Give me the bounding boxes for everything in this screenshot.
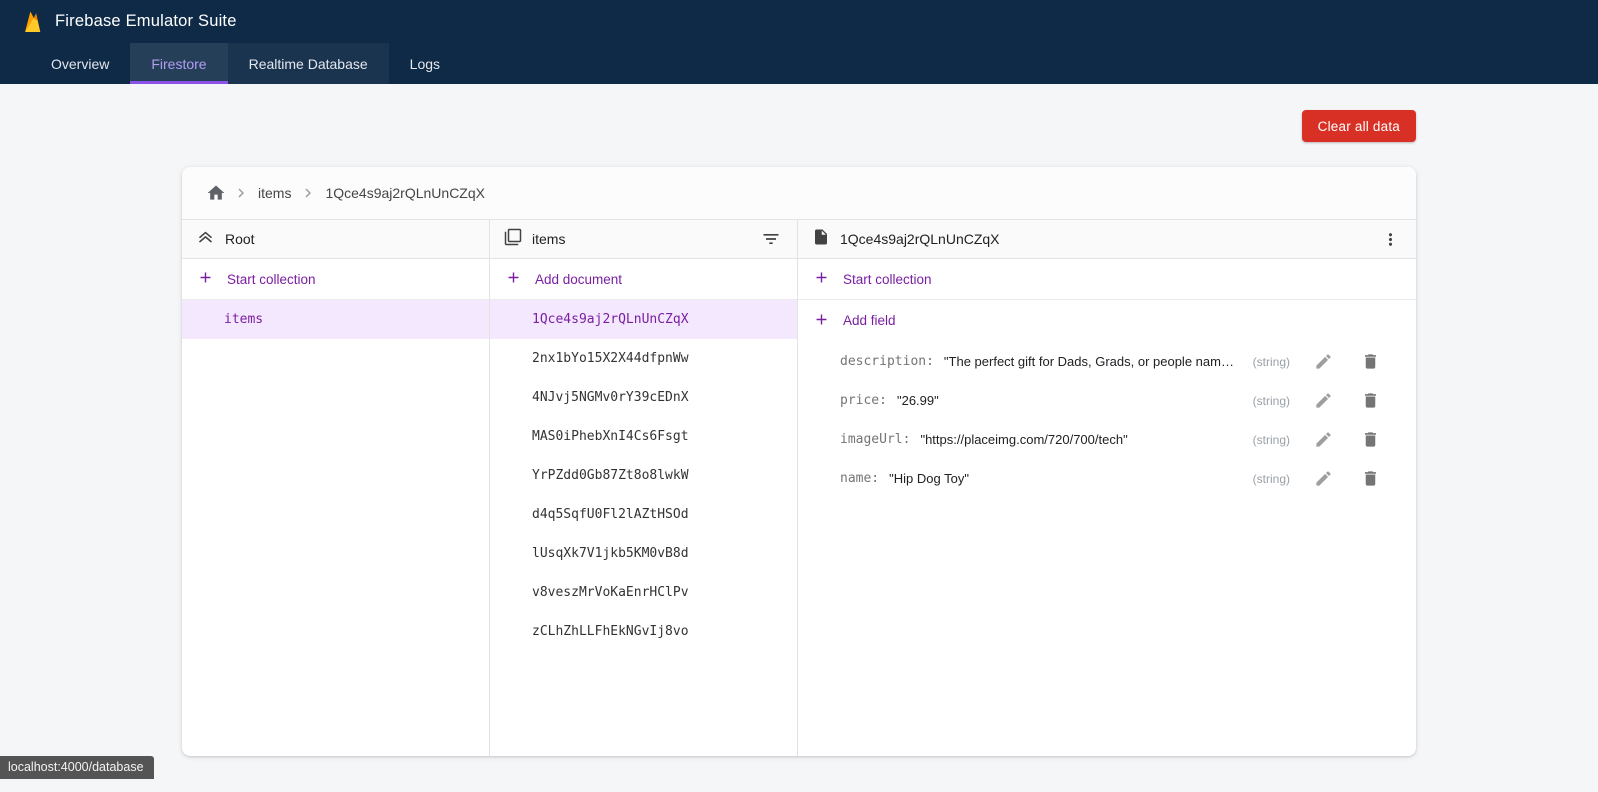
delete-field-button[interactable] (1359, 350, 1382, 373)
document-panel: 1Qce4s9aj2rQLnUnCZqX Start collection A (798, 220, 1416, 756)
document-row[interactable]: MAS0iPhebXnI4Cs6Fsgt (490, 417, 797, 456)
kebab-menu-icon[interactable] (1379, 228, 1402, 251)
chevron-right-icon (299, 184, 317, 202)
field-type: (string) (1241, 472, 1290, 486)
field-name: price: (840, 393, 887, 408)
toolbar: Clear all data (182, 84, 1416, 167)
edit-field-button[interactable] (1312, 428, 1335, 451)
document-id: lUsqXk7V1jkb5KM0vB8d (532, 546, 689, 561)
clear-all-data-button[interactable]: Clear all data (1302, 110, 1416, 142)
firebase-logo-icon (22, 9, 43, 35)
edit-field-button[interactable] (1312, 389, 1335, 412)
add-document-label: Add document (535, 272, 622, 287)
plus-icon (813, 311, 830, 331)
field-row: price: "26.99" (string) (798, 381, 1416, 420)
tab-realtime-database[interactable]: Realtime Database (228, 43, 389, 84)
document-row[interactable]: v8veszMrVoKaEnrHClPv (490, 573, 797, 612)
delete-field-button[interactable] (1359, 467, 1382, 490)
collection-id: items (224, 312, 263, 327)
status-bar: localhost:4000/database (0, 756, 154, 779)
collection-panel-header: items (490, 220, 797, 259)
tab-label: Firestore (151, 56, 206, 72)
plus-icon (197, 269, 214, 289)
document-id: YrPZdd0Gb87Zt8o8lwkW (532, 468, 689, 483)
delete-field-button[interactable] (1359, 428, 1382, 451)
tab-label: Overview (51, 56, 109, 72)
document-panel-header: 1Qce4s9aj2rQLnUnCZqX (798, 220, 1416, 259)
main-content: Clear all data items 1Qce4s9aj2rQLnUnCZq… (182, 84, 1416, 756)
edit-field-button[interactable] (1312, 350, 1335, 373)
firestore-card: items 1Qce4s9aj2rQLnUnCZqX Root (182, 167, 1416, 756)
start-collection-label: Start collection (843, 272, 932, 287)
field-row: imageUrl: "https://placeimg.com/720/700/… (798, 420, 1416, 459)
document-row[interactable]: d4q5SqfU0Fl2lAZtHSOd (490, 495, 797, 534)
document-row[interactable]: 4NJvj5NGMv0rY39cEDnX (490, 378, 797, 417)
document-id: 4NJvj5NGMv0rY39cEDnX (532, 390, 689, 405)
firestore-panels: Root Start collection items items (182, 220, 1416, 756)
field-type: (string) (1241, 394, 1290, 408)
app-header: Firebase Emulator Suite Overview Firesto… (0, 0, 1598, 84)
breadcrumb-item[interactable]: items (254, 185, 295, 201)
plus-icon (505, 269, 522, 289)
field-value: "Hip Dog Toy" (889, 471, 969, 486)
edit-field-button[interactable] (1312, 467, 1335, 490)
tab-label: Logs (410, 56, 440, 72)
field-row: name: "Hip Dog Toy" (string) (798, 459, 1416, 498)
document-row[interactable]: zCLhZhLLFhEkNGvIj8vo (490, 612, 797, 651)
document-id: 2nx1bYo15X2X44dfpnWw (532, 351, 689, 366)
collection-row[interactable]: items (182, 300, 489, 339)
field-row: description: "The perfect gift for Dads,… (798, 342, 1416, 381)
document-row[interactable]: 1Qce4s9aj2rQLnUnCZqX (490, 300, 797, 339)
root-panel-header: Root (182, 220, 489, 259)
tab-label: Realtime Database (249, 56, 368, 72)
document-panel-title: 1Qce4s9aj2rQLnUnCZqX (840, 231, 1000, 247)
tab-overview[interactable]: Overview (30, 43, 130, 84)
breadcrumb-item[interactable]: 1Qce4s9aj2rQLnUnCZqX (321, 185, 489, 201)
field-list: description: "The perfect gift for Dads,… (798, 341, 1416, 756)
field-type: (string) (1241, 433, 1290, 447)
collection-icon (504, 228, 522, 251)
collection-panel-title: items (532, 231, 565, 247)
document-icon (812, 228, 830, 251)
app-title: Firebase Emulator Suite (55, 12, 237, 31)
document-row[interactable]: lUsqXk7V1jkb5KM0vB8d (490, 534, 797, 573)
filter-icon[interactable] (759, 227, 783, 251)
field-type: (string) (1241, 355, 1290, 369)
document-id: 1Qce4s9aj2rQLnUnCZqX (532, 312, 689, 327)
breadcrumb: items 1Qce4s9aj2rQLnUnCZqX (182, 167, 1416, 220)
document-id: v8veszMrVoKaEnrHClPv (532, 585, 689, 600)
field-name: name: (840, 471, 879, 486)
field-value: "https://placeimg.com/720/700/tech" (920, 432, 1127, 447)
field-name: description: (840, 354, 934, 369)
plus-icon (813, 269, 830, 289)
tab-firestore[interactable]: Firestore (130, 43, 227, 84)
nav-tabs: Overview Firestore Realtime Database Log… (0, 43, 1598, 84)
field-value: "The perfect gift for Dads, Grads, or pe… (944, 354, 1241, 369)
root-panel: Root Start collection items (182, 220, 490, 756)
firestore-root-icon (196, 227, 215, 251)
tab-logs[interactable]: Logs (389, 43, 461, 84)
start-collection-label: Start collection (227, 272, 316, 287)
chevron-right-icon (232, 184, 250, 202)
collection-panel: items Add document 1Qce4s9aj2rQLnUnCZqX … (490, 220, 798, 756)
delete-field-button[interactable] (1359, 389, 1382, 412)
document-row[interactable]: YrPZdd0Gb87Zt8o8lwkW (490, 456, 797, 495)
home-icon[interactable] (204, 181, 228, 205)
add-document-button[interactable]: Add document (490, 259, 797, 300)
start-collection-button[interactable]: Start collection (182, 259, 489, 300)
field-value: "26.99" (897, 393, 939, 408)
root-panel-title: Root (225, 231, 255, 247)
document-list: 1Qce4s9aj2rQLnUnCZqX 2nx1bYo15X2X44dfpnW… (490, 300, 797, 756)
add-field-button[interactable]: Add field (798, 300, 1416, 341)
document-id: MAS0iPhebXnI4Cs6Fsgt (532, 429, 689, 444)
add-field-label: Add field (843, 313, 896, 328)
document-id: d4q5SqfU0Fl2lAZtHSOd (532, 507, 689, 522)
document-row[interactable]: 2nx1bYo15X2X44dfpnWw (490, 339, 797, 378)
field-name: imageUrl: (840, 432, 910, 447)
document-id: zCLhZhLLFhEkNGvIj8vo (532, 624, 689, 639)
root-collection-list: items (182, 300, 489, 756)
start-collection-button-document[interactable]: Start collection (798, 259, 1416, 300)
